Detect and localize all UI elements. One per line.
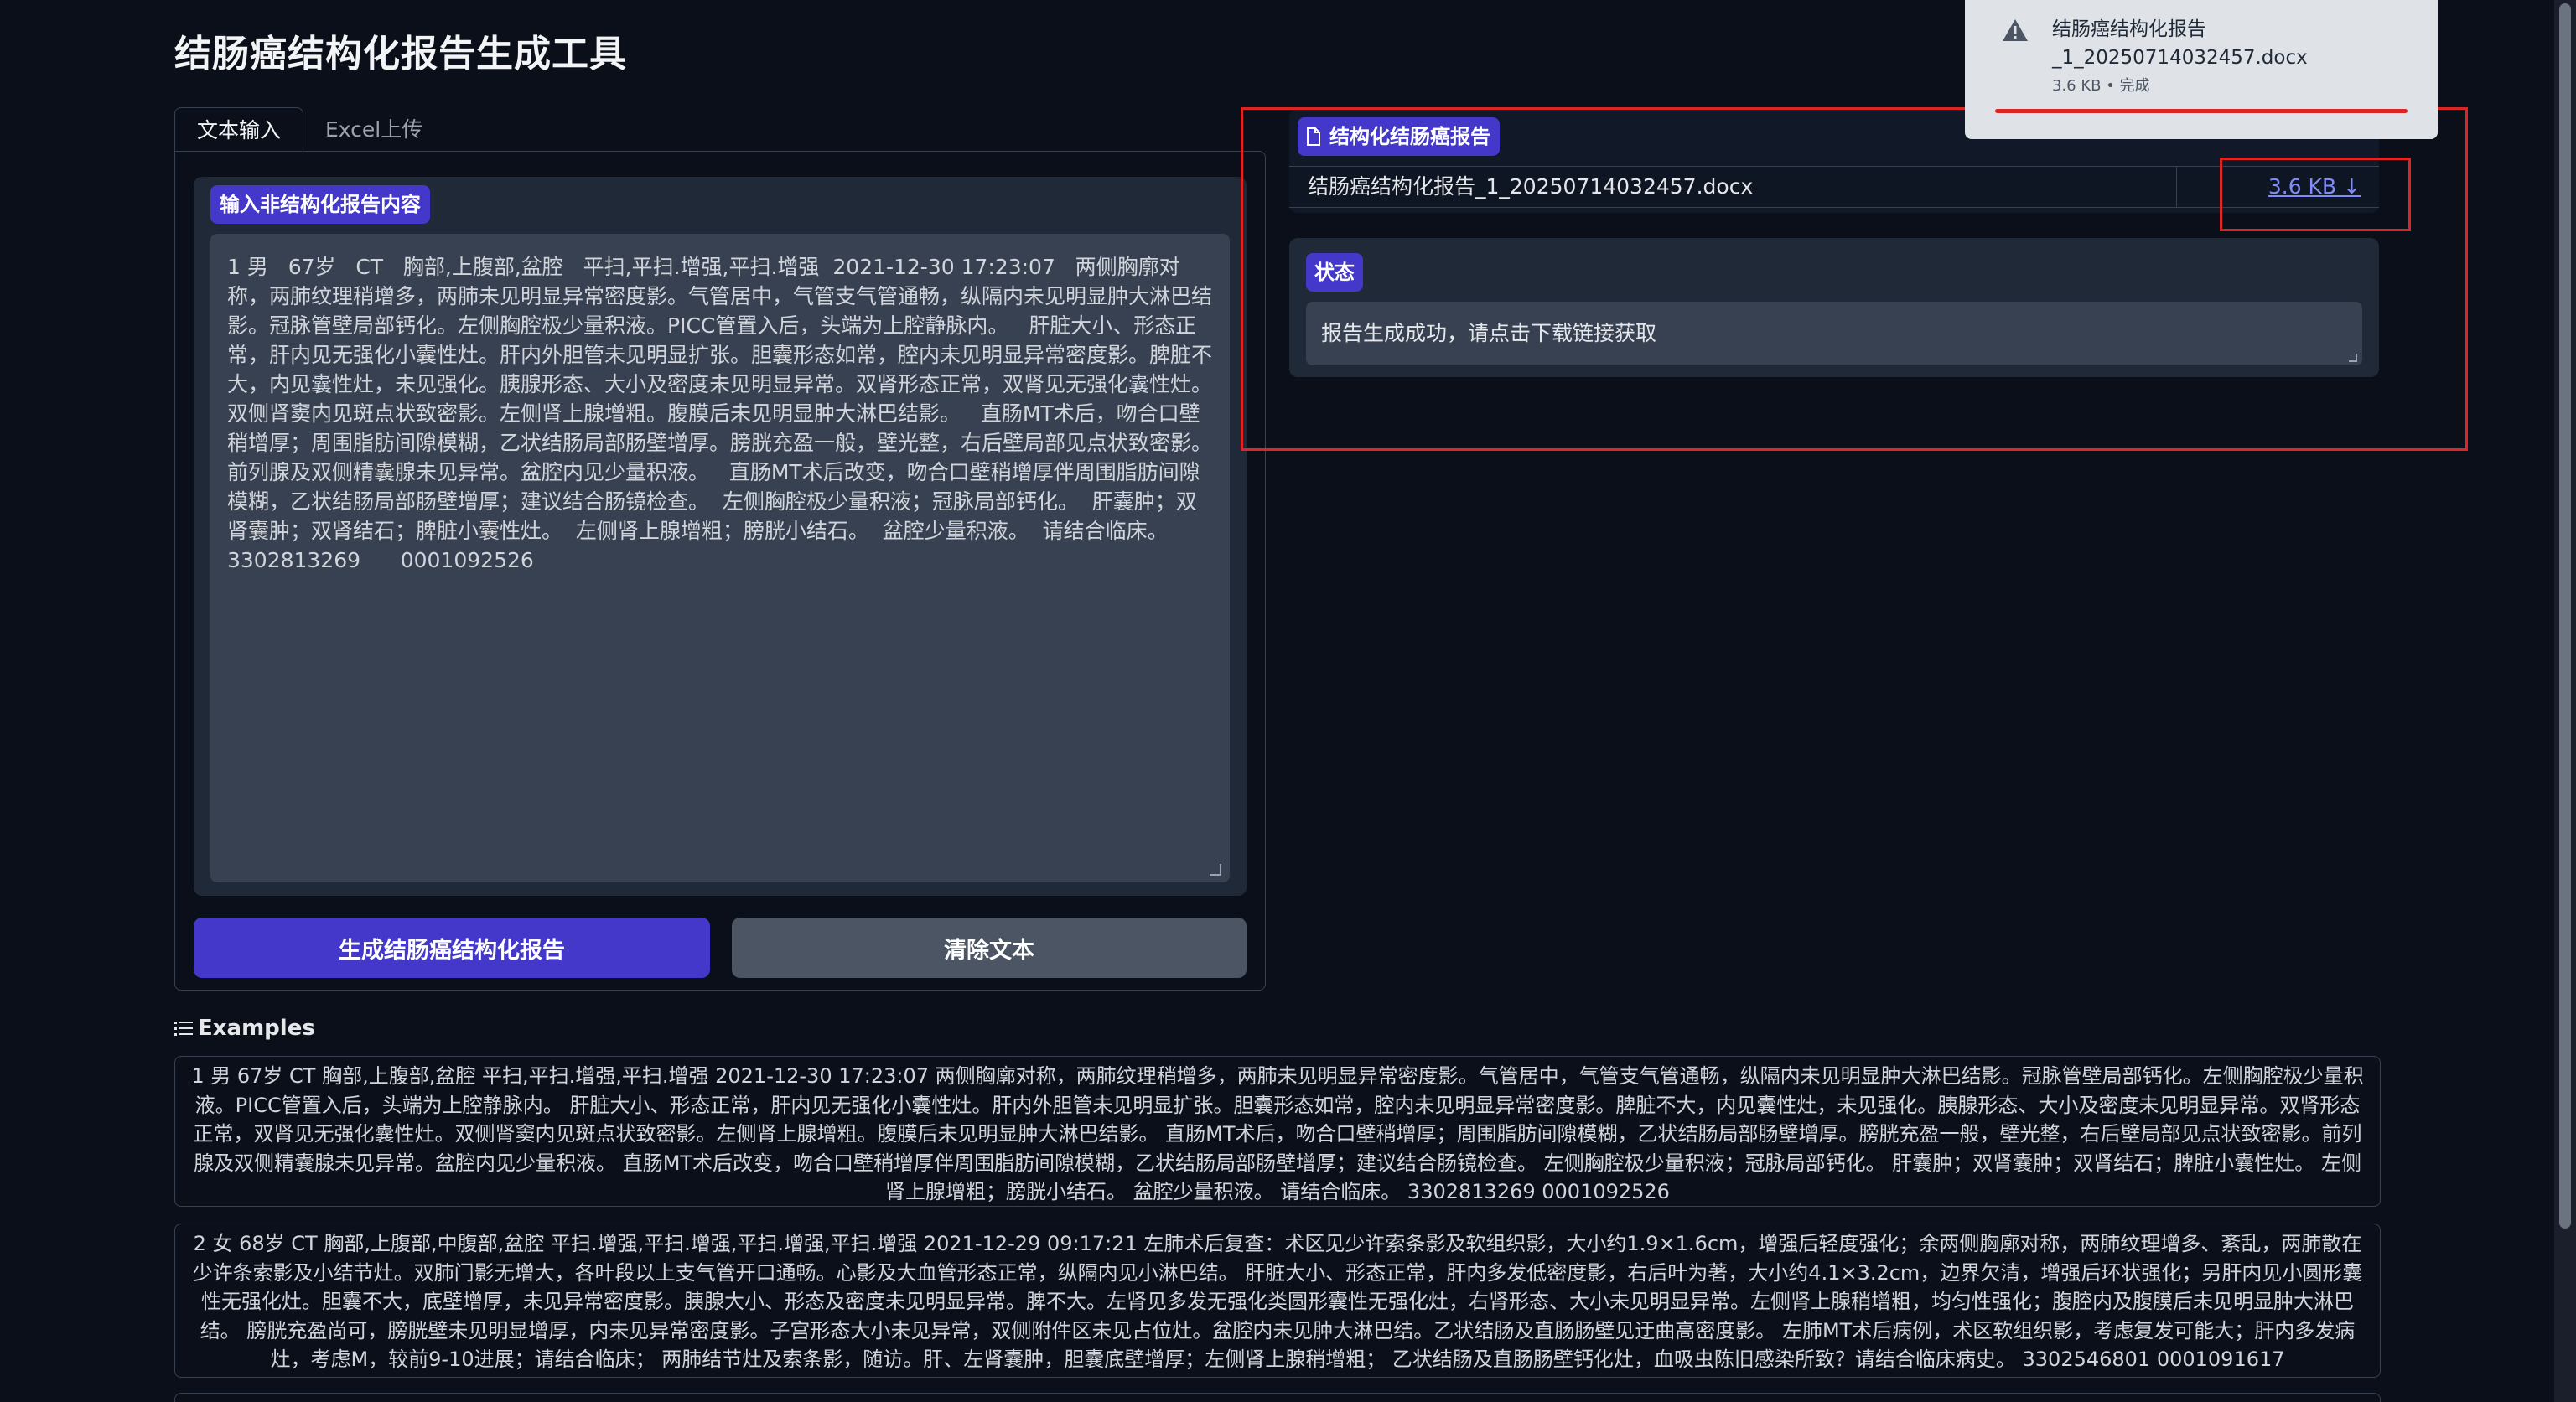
- example-item[interactable]: 2 女 68岁 CT 胸部,上腹部,中腹部,盆腔 平扫.增强,平扫.增强,平扫.…: [174, 1224, 2381, 1378]
- highlight-box-download: [2220, 158, 2411, 231]
- input-label: 输入非结构化报告内容: [210, 185, 430, 224]
- page: 结肠癌结构化报告生成工具 文本输入 Excel上传 输入非结构化报告内容 1 男…: [0, 0, 2576, 1402]
- page-title: 结肠癌结构化报告生成工具: [174, 33, 627, 75]
- tab-text-input[interactable]: 文本输入: [174, 107, 304, 154]
- download-file-name[interactable]: 结肠癌结构化报告_1_20250714032457.docx: [2052, 15, 2320, 72]
- scrollbar-thumb[interactable]: [2559, 3, 2571, 1229]
- list-icon: [174, 1022, 193, 1036]
- report-textarea[interactable]: 1 男 67岁 CT 胸部,上腹部,盆腔 平扫,平扫.增强,平扫.增强 2021…: [210, 234, 1230, 882]
- warning-icon: [2003, 19, 2028, 41]
- download-progress-bar: [1995, 109, 2408, 113]
- clear-text-button[interactable]: 清除文本: [732, 918, 1247, 978]
- tab-bar: 文本输入 Excel上传: [174, 107, 444, 154]
- input-panel: 输入非结构化报告内容 1 男 67岁 CT 胸部,上腹部,盆腔 平扫,平扫.增强…: [174, 151, 1266, 991]
- resize-handle[interactable]: [1210, 864, 1221, 876]
- download-meta: 3.6 KB • 完成: [2052, 77, 2150, 95]
- example-item-partial[interactable]: [174, 1393, 2381, 1402]
- scrollbar[interactable]: [2554, 0, 2576, 1402]
- download-notification[interactable]: 结肠癌结构化报告_1_20250714032457.docx 3.6 KB • …: [1965, 0, 2438, 139]
- examples-label-text: Examples: [198, 1016, 315, 1041]
- examples-header: Examples: [174, 1016, 315, 1041]
- example-item[interactable]: 1 男 67岁 CT 胸部,上腹部,盆腔 平扫,平扫.增强,平扫.增强 2021…: [174, 1056, 2381, 1207]
- input-block: 输入非结构化报告内容 1 男 67岁 CT 胸部,上腹部,盆腔 平扫,平扫.增强…: [194, 177, 1247, 896]
- tab-excel-upload[interactable]: Excel上传: [303, 107, 444, 154]
- generate-report-button[interactable]: 生成结肠癌结构化报告: [194, 918, 710, 978]
